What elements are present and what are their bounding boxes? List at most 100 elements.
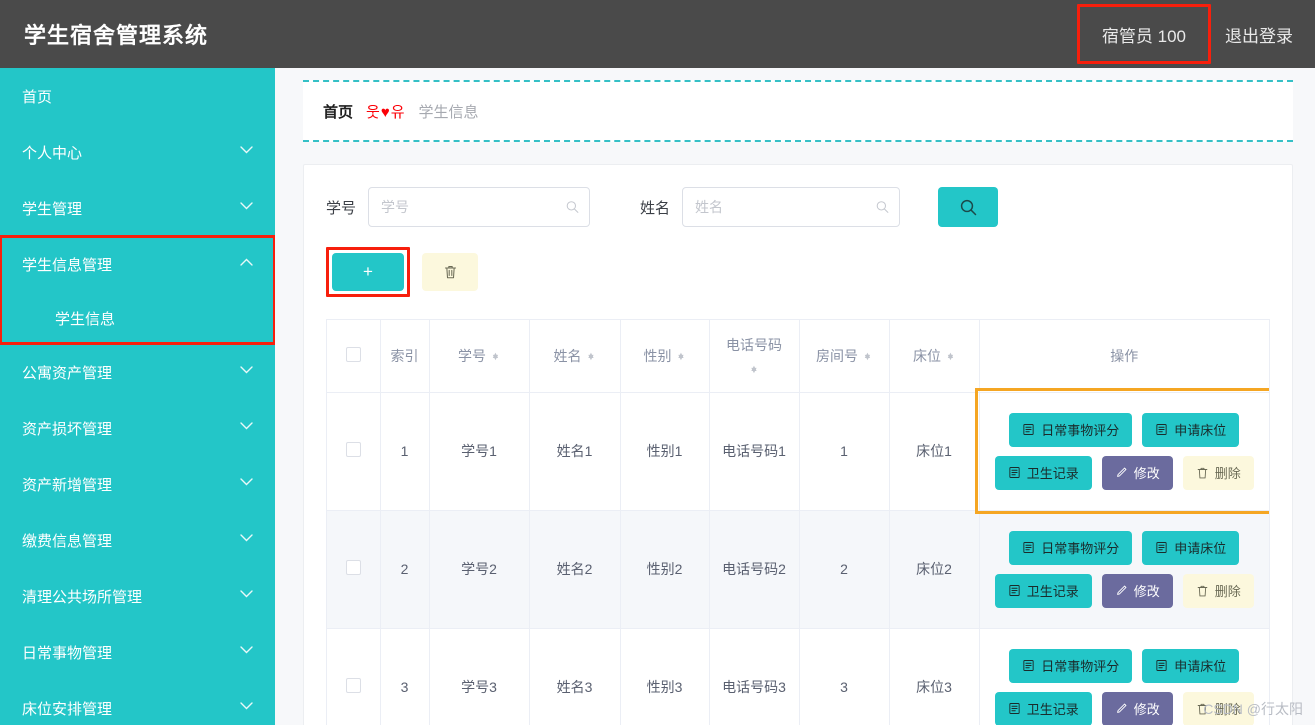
sort-icon[interactable]: ▲ ▼ (946, 350, 955, 361)
student-id-input[interactable] (369, 188, 590, 226)
sidebar-item-daily-affairs[interactable]: 日常事物管理 (0, 624, 275, 680)
apply-bed-button[interactable]: 申请床位 (1142, 412, 1240, 447)
button-label: 申请床位 (1174, 541, 1227, 556)
logout-button[interactable]: 退出登录 (1211, 0, 1315, 68)
pencil-icon (1115, 584, 1128, 597)
th-room[interactable]: 房间号 ▲ ▼ (799, 320, 890, 393)
sidebar-item-public-cleaning[interactable]: 清理公共场所管理 (0, 568, 275, 624)
th-name[interactable]: 姓名 ▲ ▼ (529, 320, 621, 393)
cell-student-id: 学号1 (429, 392, 530, 511)
cell-student-id: 学号3 (429, 628, 530, 725)
cell-name: 姓名3 (529, 628, 621, 725)
daily-affairs-score-button[interactable]: 日常事物评分 (1009, 530, 1133, 565)
th-label: 性别 (643, 347, 672, 364)
th-gender[interactable]: 性别 ▲ ▼ (620, 320, 710, 393)
select-all-checkbox[interactable] (345, 346, 361, 362)
students-table: 索引 学号 ▲ ▼ 姓名 ▲ ▼ 性别 ▲ ▼ 电话号码 ▲ ▼ 房间号 ▲ ▼… (327, 320, 1269, 725)
edit-button[interactable]: 修改 (1101, 455, 1173, 490)
cell-gender: 性别1 (620, 392, 710, 511)
edit-button[interactable]: 修改 (1101, 691, 1173, 725)
th-label: 电话号码 (726, 336, 782, 353)
th-phone[interactable]: 电话号码 ▲ ▼ (709, 320, 800, 393)
chevron-down-icon (240, 421, 253, 433)
hygiene-record-button[interactable]: 卫生记录 (994, 691, 1092, 725)
sort-icon[interactable]: ▲ ▼ (677, 350, 686, 361)
th-student-id[interactable]: 学号 ▲ ▼ (429, 320, 530, 393)
table-row[interactable]: 3 学号3 姓名3 性别3 电话号码3 3 床位3 日常事物评分 申请床位 卫生… (327, 628, 1269, 725)
cell-operations: 日常事物评分 申请床位 卫生记录 修改 删除 (979, 510, 1269, 629)
pencil-icon (1115, 466, 1128, 479)
breadcrumb-home[interactable]: 首页 (323, 101, 353, 122)
cell-index: 2 (380, 510, 430, 629)
document-icon (1022, 541, 1035, 554)
sidebar-item-asset-damage[interactable]: 资产损坏管理 (0, 400, 275, 456)
th-bed[interactable]: 床位 ▲ ▼ (889, 320, 980, 393)
current-user-label[interactable]: 宿管员 100 (1080, 0, 1208, 68)
sidebar-item-student-info-management[interactable]: 学生信息管理 (0, 236, 275, 292)
cell-checkbox[interactable] (327, 510, 381, 629)
student-id-input-wrapper[interactable] (368, 187, 591, 227)
cell-room: 3 (799, 628, 890, 725)
sidebar-item-home[interactable]: 首页 (0, 68, 275, 124)
search-button[interactable] (938, 187, 999, 227)
row-checkbox[interactable] (345, 560, 361, 575)
button-label: 日常事物评分 (1041, 541, 1120, 556)
cell-gender: 性别2 (620, 510, 710, 629)
sort-icon[interactable]: ▲ ▼ (750, 363, 759, 374)
sidebar-item-asset-addition[interactable]: 资产新增管理 (0, 456, 275, 512)
sort-icon[interactable]: ▲ ▼ (491, 350, 500, 361)
search-bar: 学号 姓名 (326, 187, 1270, 227)
sidebar-subitem-label: 学生信息 (55, 310, 116, 328)
student-id-label: 学号 (326, 199, 357, 217)
button-label: 修改 (1133, 584, 1160, 599)
chevron-down-icon (240, 701, 253, 713)
delete-button[interactable]: 删除 (1182, 455, 1254, 490)
cell-checkbox[interactable] (327, 392, 381, 511)
sidebar-item-personal-center[interactable]: 个人中心 (0, 124, 275, 180)
document-icon (1022, 659, 1035, 672)
sidebar-item-payment-info[interactable]: 缴费信息管理 (0, 512, 275, 568)
cell-phone: 电话号码2 (709, 510, 800, 629)
sidebar-group-student-info-management: 学生信息管理 学生信息 (0, 235, 275, 345)
edit-button[interactable]: 修改 (1101, 573, 1173, 608)
sidebar-item-apartment-assets[interactable]: 公寓资产管理 (0, 344, 275, 400)
sort-icon[interactable]: ▲ ▼ (863, 350, 872, 361)
sidebar-item-bed-arrangement[interactable]: 床位安排管理 (0, 680, 275, 725)
th-label: 学号 (458, 347, 487, 364)
apply-bed-button[interactable]: 申请床位 (1142, 648, 1240, 683)
sidebar-item-label: 个人中心 (22, 144, 83, 162)
batch-delete-button[interactable] (422, 253, 478, 291)
sidebar-item-label: 学生信息管理 (22, 256, 113, 274)
content-card: 学号 姓名 (303, 164, 1293, 725)
cell-phone: 电话号码3 (709, 628, 800, 725)
main-content: 首页 웃♥유 学生信息 学号 姓名 (275, 68, 1315, 725)
student-name-input-wrapper[interactable] (682, 187, 901, 227)
watermark: CSDN @行太阳 (1203, 701, 1303, 717)
document-icon (1022, 423, 1035, 436)
th-label: 索引 (390, 347, 419, 364)
button-label: 删除 (1214, 466, 1241, 481)
row-checkbox[interactable] (345, 678, 361, 693)
sidebar-subitem-student-info[interactable]: 学生信息 (0, 292, 275, 344)
table-header-row: 索引 学号 ▲ ▼ 姓名 ▲ ▼ 性别 ▲ ▼ 电话号码 ▲ ▼ 房间号 ▲ ▼… (327, 320, 1269, 393)
th-select-all[interactable] (327, 320, 381, 393)
cell-checkbox[interactable] (327, 628, 381, 725)
table-row[interactable]: 2 学号2 姓名2 性别2 电话号码2 2 床位2 日常事物评分 申请床位 卫生… (327, 510, 1269, 629)
apply-bed-button[interactable]: 申请床位 (1142, 530, 1240, 565)
table-row[interactable]: 1 学号1 姓名1 性别1 电话号码1 1 床位1 日常事物评分 申请床位 卫生… (327, 388, 1269, 514)
student-name-input[interactable] (683, 188, 900, 226)
delete-button[interactable]: 删除 (1182, 573, 1254, 608)
sidebar-item-label: 日常事物管理 (22, 644, 113, 662)
daily-affairs-score-button[interactable]: 日常事物评分 (1009, 412, 1133, 447)
row-checkbox[interactable] (345, 442, 361, 457)
daily-affairs-score-button[interactable]: 日常事物评分 (1009, 648, 1133, 683)
hygiene-record-button[interactable]: 卫生记录 (994, 573, 1092, 608)
th-label: 操作 (1110, 347, 1139, 364)
add-button[interactable]: + (332, 253, 404, 291)
cell-bed: 床位1 (889, 392, 980, 511)
button-label: 日常事物评分 (1041, 659, 1120, 674)
hygiene-record-button[interactable]: 卫生记录 (994, 455, 1092, 490)
button-label: 卫生记录 (1026, 702, 1079, 717)
sort-icon[interactable]: ▲ ▼ (587, 350, 596, 361)
sidebar-item-student-management[interactable]: 学生管理 (0, 180, 275, 236)
